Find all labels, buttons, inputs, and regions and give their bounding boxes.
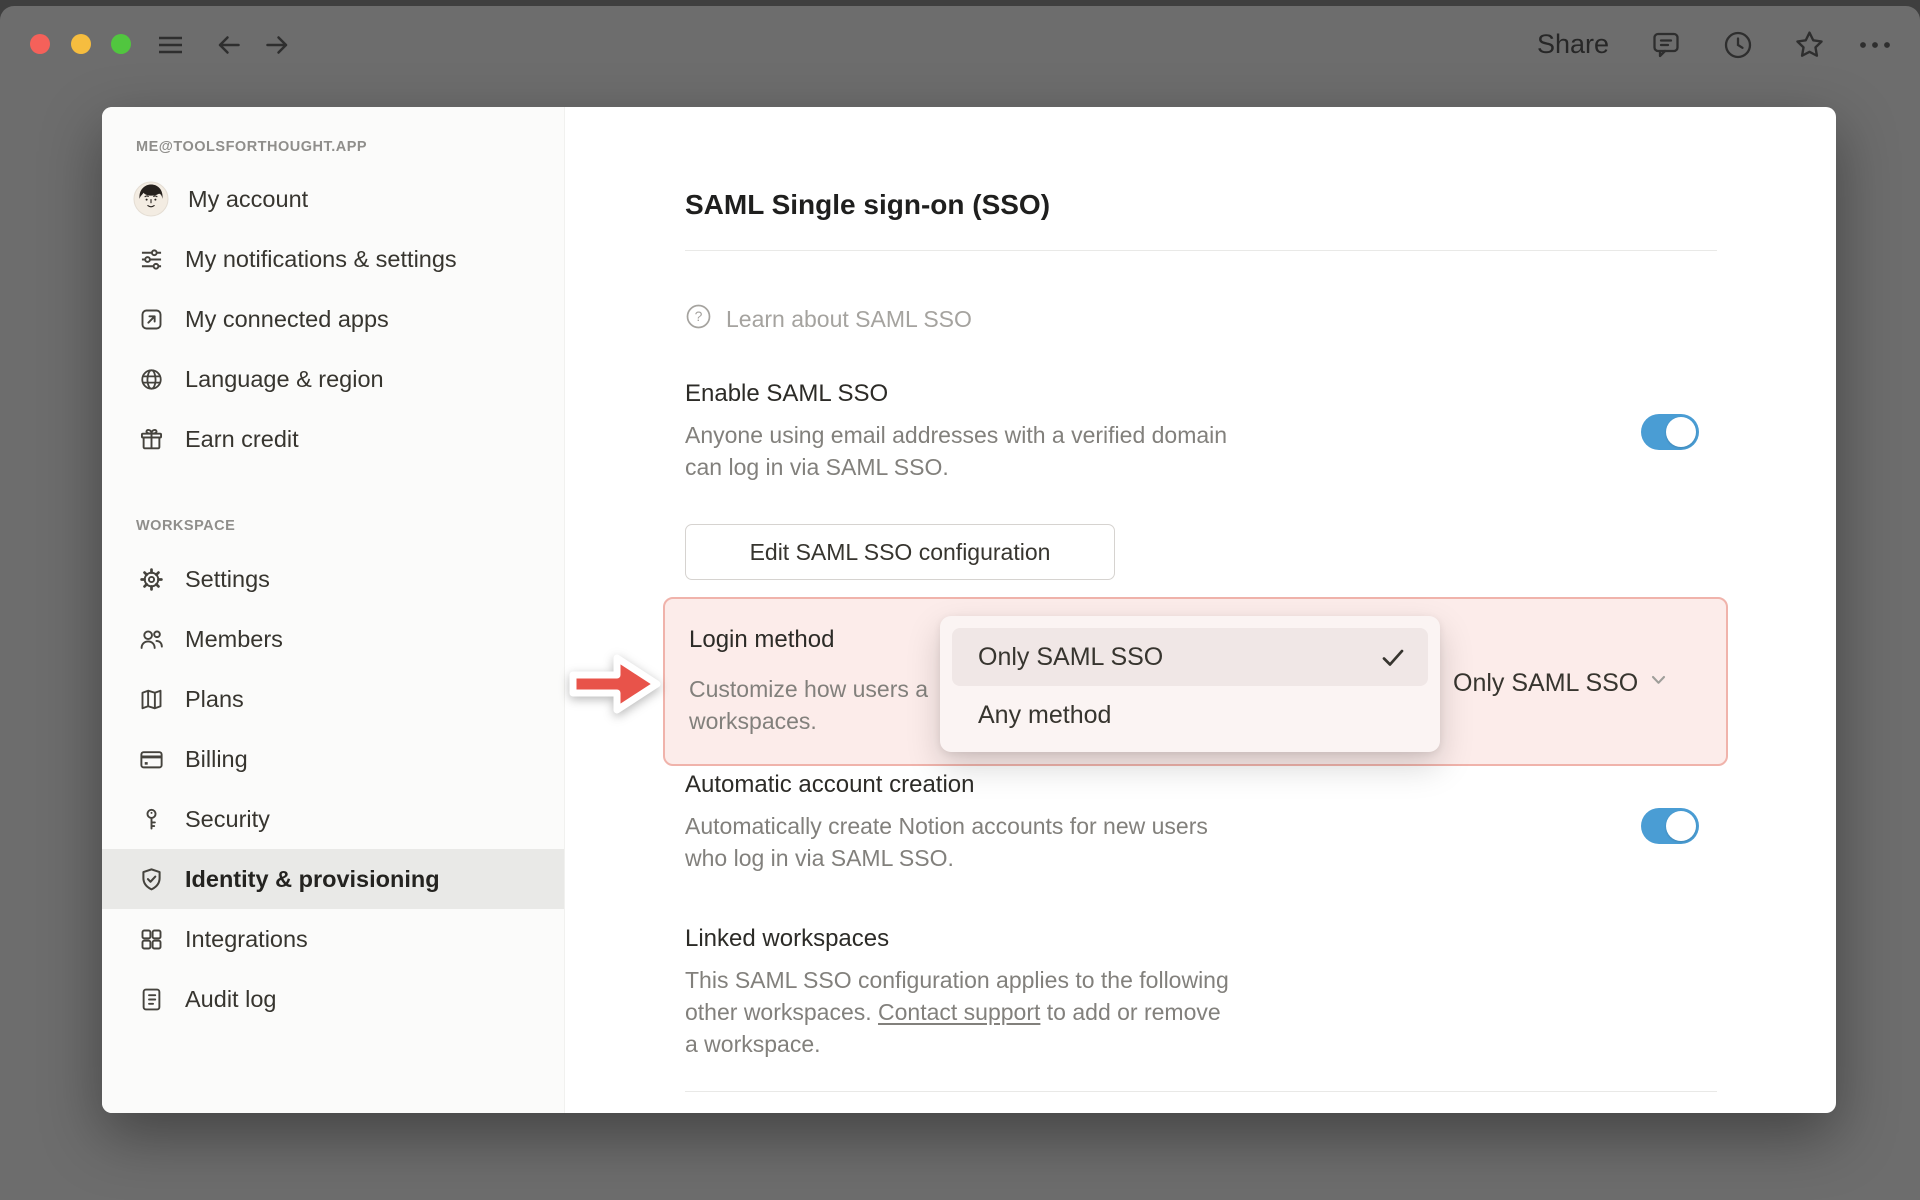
more-ellipsis-icon[interactable] [1856, 31, 1894, 59]
sidebar-item-label: Plans [185, 685, 244, 712]
question-circle-icon: ? [685, 303, 712, 336]
grid-icon [136, 924, 166, 954]
workspace-section-header: WORKSPACE [136, 518, 236, 534]
auto-account-title: Automatic account creation [685, 771, 975, 798]
auto-account-description: Automatically create Notion accounts for… [685, 813, 1208, 871]
toggle-knob [1666, 417, 1696, 447]
login-method-dropdown-menu: Only SAML SSO Any method [940, 616, 1440, 752]
gear-icon [136, 564, 166, 594]
sidebar-item-label: Earn credit [185, 425, 299, 452]
auto-account-toggle[interactable] [1641, 808, 1699, 844]
sidebar-item-label: Security [185, 805, 270, 832]
settings-dialog: ME@TOOLSFORTHOUGHT.APP My account My not… [102, 107, 1836, 1113]
chevron-down-icon [1647, 668, 1670, 698]
sidebar-item-my-account[interactable]: My account [102, 169, 564, 229]
login-method-title: Login method [689, 626, 835, 653]
toggle-knob [1666, 811, 1696, 841]
gift-icon [136, 424, 166, 454]
linked-workspaces-title: Linked workspaces [685, 925, 890, 952]
sidebar-item-label: Billing [185, 745, 248, 772]
dropdown-option-only-saml-sso[interactable]: Only SAML SSO [952, 628, 1428, 686]
bottom-divider [685, 1091, 1717, 1092]
sidebar-item-identity-provisioning[interactable]: Identity & provisioning [102, 849, 564, 909]
favorite-star-icon[interactable] [1793, 28, 1826, 61]
login-method-select[interactable]: Only SAML SSO [1453, 668, 1670, 698]
back-arrow-icon[interactable] [214, 30, 244, 60]
sliders-icon [136, 244, 166, 274]
sidebar-item-language-region[interactable]: Language & region [102, 349, 564, 409]
sidebar-item-audit-log[interactable]: Audit log [102, 969, 564, 1029]
sidebar-item-settings[interactable]: Settings [102, 549, 564, 609]
dropdown-option-label: Only SAML SSO [978, 642, 1164, 671]
comments-icon[interactable] [1650, 29, 1682, 61]
sidebar-item-security[interactable]: Security [102, 789, 564, 849]
shield-check-icon [136, 864, 166, 894]
annotation-arrow-icon [564, 645, 666, 728]
login-method-selected-value: Only SAML SSO [1453, 668, 1639, 697]
enable-saml-toggle[interactable] [1641, 414, 1699, 450]
sidebar-item-label: Members [185, 625, 283, 652]
enable-saml-description: Anyone using email addresses with a veri… [685, 422, 1228, 480]
settings-sidebar: ME@TOOLSFORTHOUGHT.APP My account My not… [102, 107, 565, 1113]
sidebar-item-label: My connected apps [185, 305, 389, 332]
key-icon [136, 804, 166, 834]
linked-workspaces-description: This SAML SSO configuration applies to t… [685, 967, 1229, 1057]
sidebar-item-label: My account [188, 185, 309, 212]
share-button[interactable]: Share [1537, 29, 1609, 60]
zoom-button[interactable] [111, 34, 131, 54]
account-section-header: ME@TOOLSFORTHOUGHT.APP [136, 139, 368, 155]
contact-support-link[interactable]: Contact support [878, 999, 1040, 1025]
sidebar-item-plans[interactable]: Plans [102, 669, 564, 729]
sidebar-item-integrations[interactable]: Integrations [102, 909, 564, 969]
title-divider [685, 250, 1717, 251]
sidebar-item-label: Language & region [185, 365, 384, 392]
app-window-chrome: Share ME@TOOLSFORTHOUGHT.APP My account … [0, 6, 1920, 1200]
close-button[interactable] [30, 34, 50, 54]
sidebar-item-label: My notifications & settings [185, 245, 457, 272]
svg-text:?: ? [695, 308, 703, 324]
sidebar-item-notifications-settings[interactable]: My notifications & settings [102, 229, 564, 289]
page-title: SAML Single sign-on (SSO) [685, 189, 1051, 220]
learn-about-saml-link[interactable]: ? Learn about SAML SSO [685, 303, 972, 336]
sidebar-item-members[interactable]: Members [102, 609, 564, 669]
minimize-button[interactable] [71, 34, 91, 54]
learn-link-label: Learn about SAML SSO [726, 306, 972, 332]
external-link-square-icon [136, 304, 166, 334]
map-icon [136, 684, 166, 714]
globe-icon [136, 364, 166, 394]
sidebar-item-label: Settings [185, 565, 270, 592]
sidebar-item-label: Identity & provisioning [185, 865, 440, 892]
sidebar-item-connected-apps[interactable]: My connected apps [102, 289, 564, 349]
enable-saml-title: Enable SAML SSO [685, 380, 889, 407]
hamburger-menu-icon[interactable] [155, 30, 185, 60]
people-icon [136, 624, 166, 654]
sidebar-item-billing[interactable]: Billing [102, 729, 564, 789]
check-icon [1377, 642, 1408, 673]
dropdown-option-any-method[interactable]: Any method [952, 688, 1428, 742]
edit-saml-config-button[interactable]: Edit SAML SSO configuration [685, 524, 1115, 580]
sidebar-item-label: Audit log [185, 985, 277, 1012]
avatar [133, 181, 169, 217]
credit-card-icon [136, 744, 166, 774]
sidebar-item-earn-credit[interactable]: Earn credit [102, 409, 564, 469]
sidebar-item-label: Integrations [185, 925, 308, 952]
login-method-description: Customize how users a workspaces. [689, 676, 929, 734]
dropdown-option-label: Any method [978, 700, 1112, 729]
forward-arrow-icon[interactable] [262, 30, 292, 60]
history-clock-icon[interactable] [1722, 29, 1754, 61]
document-list-icon [136, 984, 166, 1014]
